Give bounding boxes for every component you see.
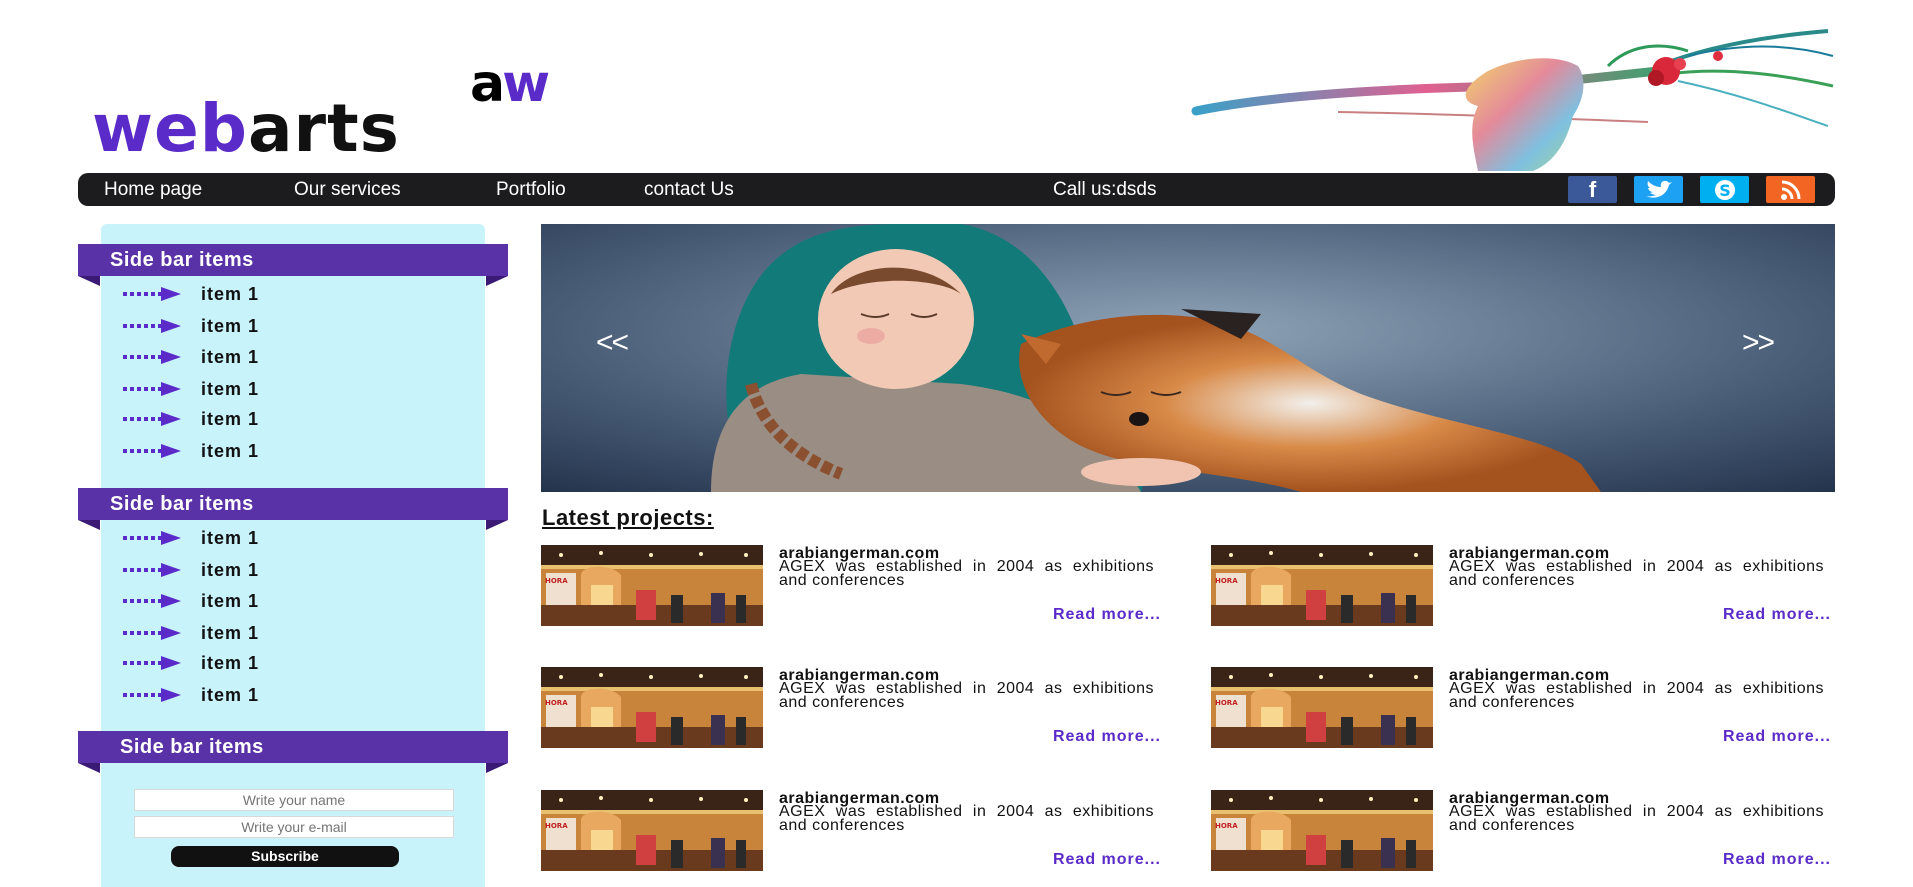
sidebar-item-label: item 1: [201, 315, 260, 336]
sidebar-item[interactable]: item 1: [123, 439, 259, 463]
nav-contact-us[interactable]: contact Us: [644, 173, 734, 206]
read-more-link[interactable]: Read more...: [1723, 851, 1831, 869]
sidebar-item[interactable]: item 1: [123, 558, 259, 582]
nav-portfolio[interactable]: Portfolio: [496, 173, 566, 206]
skype-glyph-icon: S: [1714, 179, 1735, 200]
name-input[interactable]: [134, 789, 454, 811]
email-input[interactable]: [134, 816, 454, 838]
svg-text:HORA: HORA: [1215, 577, 1238, 585]
logo-aw: aw: [470, 54, 550, 114]
project-thumbnail[interactable]: HORA: [1211, 545, 1433, 626]
svg-text:HORA: HORA: [545, 577, 568, 585]
sidebar-item-label: item 1: [201, 408, 260, 429]
sidebar-item-label: item 1: [201, 590, 260, 611]
read-more-link[interactable]: Read more...: [1723, 728, 1831, 746]
sidebar-block-1-title: Side bar items: [78, 244, 508, 286]
latest-projects-title: Latest projects:: [542, 505, 714, 530]
arrow-right-icon: [123, 319, 181, 333]
svg-text:HORA: HORA: [1215, 822, 1238, 830]
sidebar-item[interactable]: item 1: [123, 651, 259, 675]
sidebar-item[interactable]: item 1: [123, 282, 259, 306]
site-logo[interactable]: aw webarts: [92, 54, 612, 162]
svg-text:HORA: HORA: [1215, 699, 1238, 707]
project-description: AGEX was established in 2004 as exhibiti…: [779, 558, 1154, 589]
project-description: AGEX was established in 2004 as exhibiti…: [779, 803, 1154, 834]
arrow-right-icon: [123, 412, 181, 426]
project-thumbnail[interactable]: HORA: [1211, 667, 1433, 748]
sidebar-item[interactable]: item 1: [123, 377, 259, 401]
hero-slider-image: [541, 224, 1835, 492]
rss-glyph-icon: [1780, 180, 1800, 200]
twitter-bird-icon: [1645, 180, 1672, 198]
arrow-right-icon: [123, 563, 181, 577]
twitter-icon[interactable]: [1634, 176, 1683, 203]
project-description: AGEX was established in 2004 as exhibiti…: [1449, 558, 1824, 589]
slider-next-button[interactable]: >>: [1742, 326, 1775, 360]
project-description: AGEX was established in 2004 as exhibiti…: [1449, 680, 1824, 711]
sidebar-item-label: item 1: [201, 622, 260, 643]
project-card: HORA arabiangerman.com AGEX was establishe…: [1211, 790, 1831, 880]
project-thumbnail[interactable]: HORA: [1211, 790, 1433, 871]
project-card: HORA arabiangerman.com AGEX was establishe…: [541, 545, 1161, 635]
svg-text:HORA: HORA: [545, 822, 568, 830]
sidebar-item[interactable]: item 1: [123, 526, 259, 550]
sidebar-item[interactable]: item 1: [123, 621, 259, 645]
sidebar-block-2-title: Side bar items: [78, 488, 508, 530]
arrow-right-icon: [123, 350, 181, 364]
project-description: AGEX was established in 2004 as exhibiti…: [779, 680, 1154, 711]
read-more-link[interactable]: Read more...: [1053, 728, 1161, 746]
project-card: HORA arabiangerman.com AGEX was establishe…: [541, 790, 1161, 880]
project-thumbnail[interactable]: HORA: [541, 545, 763, 626]
sidebar-item[interactable]: item 1: [123, 683, 259, 707]
sidebar-item-label: item 1: [201, 559, 260, 580]
svg-text:HORA: HORA: [545, 699, 568, 707]
main-navbar: Home page Our services Portfolio contact…: [78, 173, 1835, 206]
arrow-right-icon: [123, 444, 181, 458]
sidebar-item-label: item 1: [201, 378, 260, 399]
slider-prev-button[interactable]: <<: [596, 326, 629, 360]
arrow-right-icon: [123, 287, 181, 301]
arrow-right-icon: [123, 688, 181, 702]
project-thumbnail[interactable]: HORA: [541, 790, 763, 871]
sidebar-item-label: item 1: [201, 440, 260, 461]
sidebar-item[interactable]: item 1: [123, 314, 259, 338]
call-us-text: Call us:dsds: [1053, 179, 1157, 200]
read-more-link[interactable]: Read more...: [1053, 606, 1161, 624]
nav-home[interactable]: Home page: [104, 173, 202, 206]
sidebar-item[interactable]: item 1: [123, 345, 259, 369]
skype-icon[interactable]: S: [1700, 176, 1749, 203]
sidebar-item-label: item 1: [201, 652, 260, 673]
project-card: HORA arabiangerman.com AGEX was establishe…: [1211, 545, 1831, 635]
read-more-link[interactable]: Read more...: [1053, 851, 1161, 869]
subscribe-button[interactable]: Subscribe: [171, 846, 399, 867]
sidebar-block-3-title: Side bar items: [78, 731, 508, 773]
project-card: HORA arabiangerman.com AGEX was establishe…: [541, 667, 1161, 757]
sidebar-item-label: item 1: [201, 283, 260, 304]
arrow-right-icon: [123, 531, 181, 545]
header-paintbrush-art: [1191, 29, 1834, 171]
arrow-right-icon: [123, 626, 181, 640]
arrow-right-icon: [123, 594, 181, 608]
arrow-right-icon: [123, 382, 181, 396]
sidebar-item-label: item 1: [201, 527, 260, 548]
project-card: HORA arabiangerman.com AGEX was establishe…: [1211, 667, 1831, 757]
read-more-link[interactable]: Read more...: [1723, 606, 1831, 624]
facebook-icon[interactable]: f: [1568, 176, 1617, 203]
logo-wordmark: webarts: [92, 90, 400, 167]
arrow-right-icon: [123, 656, 181, 670]
project-thumbnail[interactable]: HORA: [541, 667, 763, 748]
rss-icon[interactable]: [1766, 176, 1815, 203]
sidebar-item[interactable]: item 1: [123, 407, 259, 431]
sidebar-item-label: item 1: [201, 346, 260, 367]
svg-text:S: S: [1719, 181, 1731, 200]
nav-our-services[interactable]: Our services: [294, 173, 401, 206]
sidebar-item[interactable]: item 1: [123, 589, 259, 613]
sidebar-item-label: item 1: [201, 684, 260, 705]
project-description: AGEX was established in 2004 as exhibiti…: [1449, 803, 1824, 834]
